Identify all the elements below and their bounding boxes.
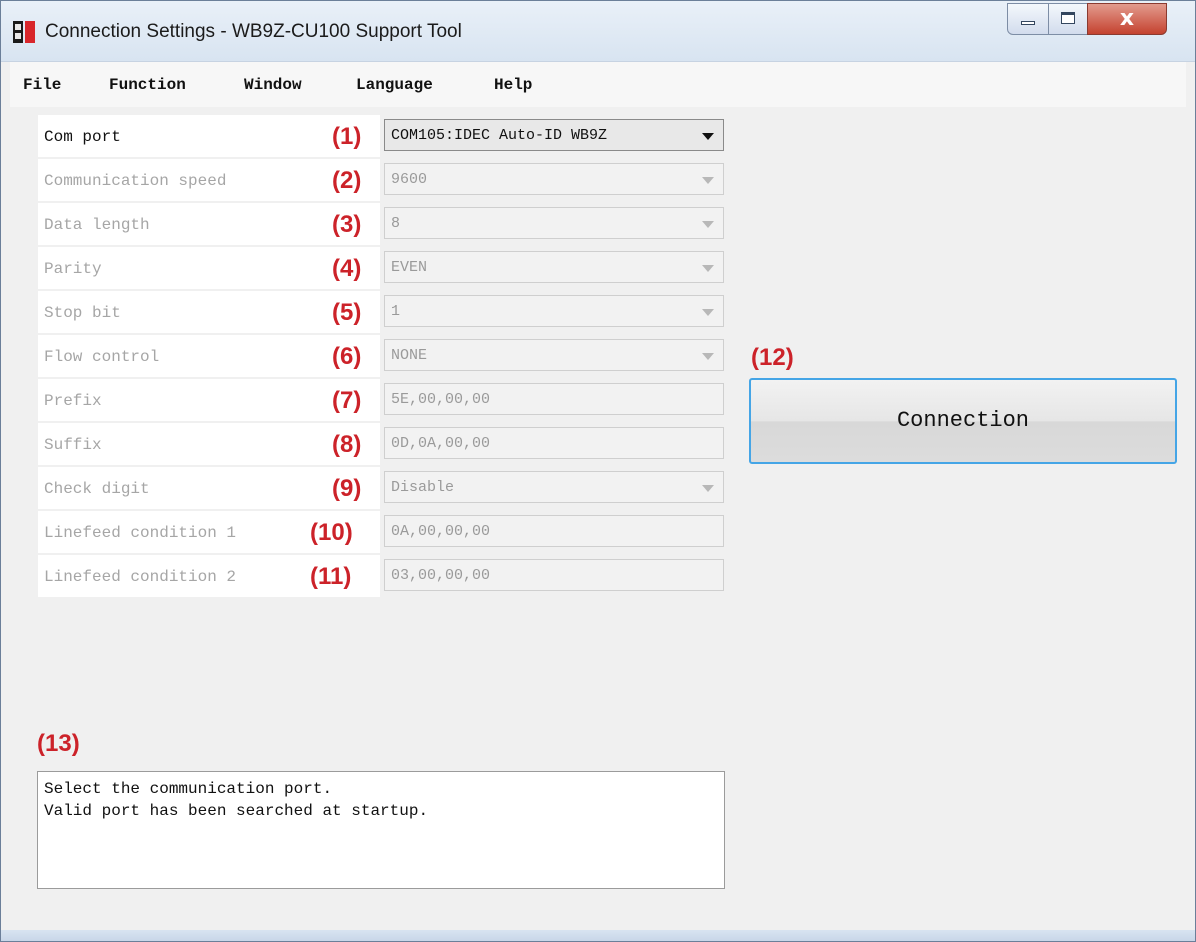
menu-function[interactable]: Function bbox=[109, 76, 186, 94]
stop-bit-label: Stop bit bbox=[44, 304, 121, 322]
chevron-down-icon bbox=[702, 485, 714, 492]
app-icon bbox=[13, 21, 35, 43]
row-linefeed-condition-2: Linefeed condition 2 (11) 03,00,00,00 bbox=[38, 555, 728, 599]
minimize-button[interactable] bbox=[1007, 3, 1049, 35]
chevron-down-icon bbox=[702, 133, 714, 140]
linefeed-condition-2-value: 03,00,00,00 bbox=[391, 567, 491, 584]
communication-speed-dropdown[interactable]: 9600 bbox=[384, 163, 724, 195]
stop-bit-value: 1 bbox=[391, 303, 401, 320]
data-length-value: 8 bbox=[391, 215, 401, 232]
row-com-port: Com port (1) COM105:IDEC Auto-ID WB9Z bbox=[38, 115, 728, 159]
status-bar bbox=[10, 890, 1186, 930]
connection-button-label: Connection bbox=[896, 408, 1030, 433]
row-suffix: Suffix (8) 0D,0A,00,00 bbox=[38, 423, 728, 467]
callout-5: (5) bbox=[332, 299, 362, 326]
prefix-label: Prefix bbox=[44, 392, 102, 410]
prefix-input[interactable]: 5E,00,00,00 bbox=[384, 383, 724, 415]
settings-form: Com port (1) COM105:IDEC Auto-ID WB9Z Co… bbox=[38, 115, 728, 651]
callout-1: (1) bbox=[332, 123, 362, 150]
linefeed-condition-1-value: 0A,00,00,00 bbox=[391, 523, 491, 540]
linefeed-condition-1-label: Linefeed condition 1 bbox=[44, 524, 237, 542]
com-port-value: COM105:IDEC Auto-ID WB9Z bbox=[391, 127, 608, 144]
com-port-label: Com port bbox=[44, 128, 121, 146]
chevron-down-icon bbox=[702, 353, 714, 360]
callout-7: (7) bbox=[332, 387, 362, 414]
maximize-icon bbox=[1061, 12, 1075, 24]
check-digit-label: Check digit bbox=[44, 480, 150, 498]
linefeed-condition-2-label: Linefeed condition 2 bbox=[44, 568, 237, 586]
callout-4: (4) bbox=[332, 255, 362, 282]
window-title: Connection Settings - WB9Z-CU100 Support… bbox=[45, 21, 462, 42]
client-area: File Function Window Language Help Com p… bbox=[10, 62, 1186, 930]
row-communication-speed: Communication speed (2) 9600 bbox=[38, 159, 728, 203]
message-line-1: Select the communication port. bbox=[44, 780, 333, 798]
parity-label: Parity bbox=[44, 260, 102, 278]
chevron-down-icon bbox=[702, 221, 714, 228]
close-icon: x bbox=[1119, 6, 1135, 31]
prefix-value: 5E,00,00,00 bbox=[391, 391, 491, 408]
callout-13: (13) bbox=[37, 730, 80, 757]
data-length-label: Data length bbox=[44, 216, 150, 234]
chevron-down-icon bbox=[702, 265, 714, 272]
menu-file[interactable]: File bbox=[23, 76, 61, 94]
communication-speed-label: Communication speed bbox=[44, 172, 227, 190]
check-digit-value: Disable bbox=[391, 479, 455, 496]
callout-10: (10) bbox=[310, 519, 353, 546]
stop-bit-dropdown[interactable]: 1 bbox=[384, 295, 724, 327]
row-linefeed-condition-1: Linefeed condition 1 (10) 0A,00,00,00 bbox=[38, 511, 728, 555]
callout-9: (9) bbox=[332, 475, 362, 502]
connection-button[interactable]: Connection bbox=[749, 378, 1177, 464]
linefeed-condition-1-input[interactable]: 0A,00,00,00 bbox=[384, 515, 724, 547]
callout-8: (8) bbox=[332, 431, 362, 458]
message-line-2: Valid port has been searched at startup. bbox=[44, 802, 429, 820]
row-stop-bit: Stop bit (5) 1 bbox=[38, 291, 728, 335]
app-window: Connection Settings - WB9Z-CU100 Support… bbox=[0, 0, 1196, 942]
menu-help[interactable]: Help bbox=[494, 76, 532, 94]
minimize-icon bbox=[1021, 21, 1035, 25]
row-flow-control: Flow control (6) NONE bbox=[38, 335, 728, 379]
flow-control-label: Flow control bbox=[44, 348, 160, 366]
window-frame-bottom bbox=[1, 930, 1195, 941]
suffix-label: Suffix bbox=[44, 436, 102, 454]
data-length-dropdown[interactable]: 8 bbox=[384, 207, 724, 239]
row-check-digit: Check digit (9) Disable bbox=[38, 467, 728, 511]
chevron-down-icon bbox=[702, 177, 714, 184]
com-port-dropdown[interactable]: COM105:IDEC Auto-ID WB9Z bbox=[384, 119, 724, 151]
callout-2: (2) bbox=[332, 167, 362, 194]
parity-value: EVEN bbox=[391, 259, 428, 276]
row-prefix: Prefix (7) 5E,00,00,00 bbox=[38, 379, 728, 423]
parity-dropdown[interactable]: EVEN bbox=[384, 251, 724, 283]
menu-language[interactable]: Language bbox=[356, 76, 433, 94]
callout-3: (3) bbox=[332, 211, 362, 238]
menu-bar: File Function Window Language Help bbox=[10, 62, 1186, 107]
close-button[interactable]: x bbox=[1087, 3, 1167, 35]
communication-speed-value: 9600 bbox=[391, 171, 428, 188]
callout-6: (6) bbox=[332, 343, 362, 370]
callout-11: (11) bbox=[310, 563, 352, 590]
menu-window[interactable]: Window bbox=[244, 76, 302, 94]
suffix-input[interactable]: 0D,0A,00,00 bbox=[384, 427, 724, 459]
maximize-button[interactable] bbox=[1048, 3, 1088, 35]
suffix-value: 0D,0A,00,00 bbox=[391, 435, 491, 452]
check-digit-dropdown[interactable]: Disable bbox=[384, 471, 724, 503]
chevron-down-icon bbox=[702, 309, 714, 316]
linefeed-condition-2-input[interactable]: 03,00,00,00 bbox=[384, 559, 724, 591]
message-box: Select the communication port. Valid por… bbox=[37, 771, 725, 889]
callout-12: (12) bbox=[751, 344, 794, 371]
flow-control-value: NONE bbox=[391, 347, 428, 364]
row-data-length: Data length (3) 8 bbox=[38, 203, 728, 247]
title-bar[interactable]: Connection Settings - WB9Z-CU100 Support… bbox=[1, 1, 1195, 62]
row-parity: Parity (4) EVEN bbox=[38, 247, 728, 291]
flow-control-dropdown[interactable]: NONE bbox=[384, 339, 724, 371]
